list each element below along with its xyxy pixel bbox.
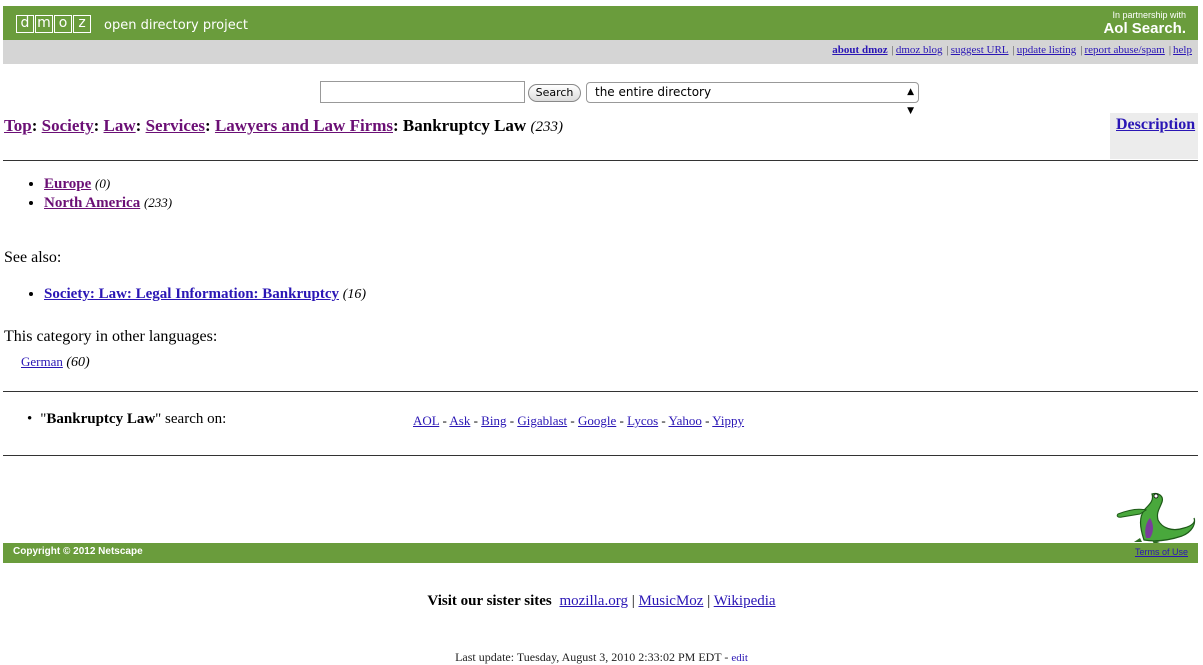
terms-of-use-link[interactable]: Terms of Use: [1135, 547, 1188, 557]
help-link[interactable]: help: [1173, 44, 1192, 56]
search-scope-select[interactable]: the entire directory ▲ ▼: [586, 82, 919, 116]
logo-letter: z: [73, 15, 91, 33]
breadcrumb: Top: Society: Law: Services: Lawyers and…: [4, 116, 563, 135]
list-item: North America (233): [44, 195, 172, 212]
engine-lycos-link[interactable]: Lycos: [627, 413, 658, 428]
engine-aol-link[interactable]: AOL: [413, 413, 439, 428]
page-title: Bankruptcy Law: [402, 116, 527, 135]
breadcrumb-lawyers[interactable]: Lawyers and Law Firms: [215, 116, 393, 135]
search-input[interactable]: [320, 81, 525, 103]
breadcrumb-law[interactable]: Law: [104, 116, 136, 135]
copyright: Copyright © 2012 Netscape: [13, 546, 143, 557]
see-also-list: Society: Law: Legal Information: Bankrup…: [4, 286, 366, 305]
engine-gigablast-link[interactable]: Gigablast: [517, 413, 567, 428]
see-also-count: (16): [342, 287, 367, 302]
subcategory-north-america-link[interactable]: North America: [44, 195, 140, 211]
logo-letter: o: [54, 15, 72, 33]
language-german-link[interactable]: German: [21, 354, 63, 369]
sister-sites-label: Visit our sister sites: [427, 593, 552, 609]
see-also-heading: See also:: [4, 249, 62, 266]
subcategory-count: (233): [143, 195, 173, 210]
select-arrows-icon: ▲ ▼: [907, 87, 914, 116]
sister-musicmoz-link[interactable]: MusicMoz: [638, 593, 703, 609]
last-update-text: Last update: Tuesday, August 3, 2010 2:3…: [455, 650, 722, 664]
search-term: Bankruptcy Law: [46, 411, 156, 427]
dmoz-lizard-mascot-icon: [1116, 492, 1196, 544]
language-count: (60): [66, 355, 90, 370]
page-title-count: (233): [530, 119, 563, 135]
other-languages-list: German (60): [21, 354, 90, 371]
update-listing-link[interactable]: update listing: [1017, 44, 1077, 56]
partner-big-text: Aol Search.: [1103, 20, 1186, 37]
subcategory-europe-link[interactable]: Europe: [44, 176, 91, 192]
sister-mozilla-link[interactable]: mozilla.org: [559, 593, 627, 609]
search-button[interactable]: Search: [528, 84, 581, 102]
report-abuse-link[interactable]: report abuse/spam: [1085, 44, 1165, 56]
engine-bing-link[interactable]: Bing: [481, 413, 506, 428]
suggest-url-link[interactable]: suggest URL: [951, 44, 1009, 56]
engine-yippy-link[interactable]: Yippy: [712, 413, 744, 428]
other-languages-heading: This category in other languages:: [4, 328, 218, 345]
engine-ask-link[interactable]: Ask: [449, 413, 470, 428]
breadcrumb-society[interactable]: Society: [42, 116, 94, 135]
engine-yahoo-link[interactable]: Yahoo: [669, 413, 702, 428]
logo-letter: d: [16, 15, 34, 33]
see-also-link[interactable]: Society: Law: Legal Information: Bankrup…: [44, 286, 339, 302]
footer-bar: Copyright © 2012 Netscape Terms of Use: [3, 543, 1198, 563]
search-engine-links: AOL - Ask - Bing - Gigablast - Google - …: [413, 413, 745, 428]
list-item: Europe (0): [44, 176, 172, 193]
about-dmoz-link[interactable]: about dmoz: [832, 44, 887, 56]
subcategory-count: (0): [94, 176, 111, 191]
tagline: open directory project: [104, 18, 248, 33]
engine-google-link[interactable]: Google: [578, 413, 616, 428]
divider: [3, 391, 1198, 392]
description-link[interactable]: Description: [1116, 116, 1195, 134]
description-box: Description: [1110, 113, 1198, 159]
dmoz-blog-link[interactable]: dmoz blog: [896, 44, 943, 56]
list-item: Society: Law: Legal Information: Bankrup…: [44, 286, 366, 303]
sister-wikipedia-link[interactable]: Wikipedia: [714, 593, 776, 609]
top-links-bar: about dmoz | dmoz blog | suggest URL | update …: [3, 40, 1198, 64]
search-on-label: • "Bankruptcy Law" search on:: [27, 411, 227, 427]
dmoz-logo[interactable]: d m o z: [16, 15, 91, 33]
breadcrumb-top[interactable]: Top: [4, 116, 32, 135]
sister-sites: Visit our sister sites mozilla.org | Mus…: [427, 593, 776, 609]
aol-partner-logo[interactable]: In partnership with Aol Search.: [1103, 10, 1186, 37]
edit-link[interactable]: edit: [731, 652, 748, 664]
logo-letter: m: [35, 15, 53, 33]
subcategory-list: Europe (0) North America (233): [4, 176, 172, 214]
breadcrumb-services[interactable]: Services: [146, 116, 205, 135]
search-scope-value: the entire directory: [595, 85, 712, 99]
divider: [3, 455, 1198, 456]
divider: [3, 160, 1198, 161]
header-bar: d m o z open directory project In partne…: [3, 6, 1198, 40]
partner-small-text: In partnership with: [1112, 10, 1186, 20]
top-links: about dmoz | dmoz blog | suggest URL | update …: [832, 44, 1192, 56]
